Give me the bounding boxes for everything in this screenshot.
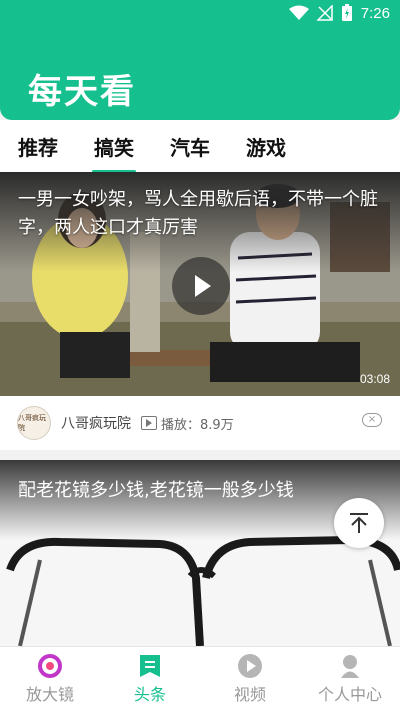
status-bar: 7:26 xyxy=(0,0,400,28)
signal-off-icon xyxy=(316,5,333,21)
nav-profile[interactable]: 个人中心 xyxy=(300,647,400,711)
battery-icon xyxy=(341,4,352,21)
tab-recommend[interactable]: 推荐 xyxy=(18,132,58,161)
video-card[interactable]: 一男一女吵架，骂人全用歇后语，不带一个脏字，两人这口才真厉害 03:08 八哥疯… xyxy=(0,172,400,450)
article-card[interactable]: 配老花镜多少钱,老花镜一般多少钱 xyxy=(0,460,400,646)
headline-icon xyxy=(140,655,160,677)
back-to-top-button[interactable] xyxy=(334,498,384,548)
author-name[interactable]: 八哥疯玩院 xyxy=(61,413,131,433)
app-title: 每天看 xyxy=(28,72,136,112)
card-meta: 八哥疯玩院 八哥疯玩院 播放：8.9万 × xyxy=(0,396,400,450)
article-title[interactable]: 配老花镜多少钱,老花镜一般多少钱 xyxy=(18,476,294,502)
status-icons: 7:26 xyxy=(288,4,390,22)
bottom-nav: 放大镜 头条 视频 个人中心 xyxy=(0,646,400,711)
play-count: 播放：8.9万 xyxy=(141,414,234,433)
video-icon xyxy=(238,654,262,678)
nav-magnifier[interactable]: 放大镜 xyxy=(0,647,100,711)
play-count-label: 播放：8.9万 xyxy=(161,417,234,433)
author-avatar[interactable]: 八哥疯玩院 xyxy=(17,406,51,440)
play-button[interactable] xyxy=(172,257,230,315)
nav-label: 放大镜 xyxy=(25,685,74,704)
nav-label: 个人中心 xyxy=(317,685,382,704)
status-time: 7:26 xyxy=(360,4,390,22)
magnifier-icon xyxy=(38,654,62,678)
video-title[interactable]: 一男一女吵架，骂人全用歇后语，不带一个脏字，两人这口才真厉害 xyxy=(18,186,382,242)
play-count-icon xyxy=(141,416,157,430)
profile-icon xyxy=(341,655,359,678)
tab-games[interactable]: 游戏 xyxy=(246,132,286,161)
video-duration: 03:08 xyxy=(359,372,390,386)
nav-headline[interactable]: 头条 xyxy=(100,647,200,711)
dismiss-icon[interactable]: × xyxy=(362,413,382,427)
app-screen: 7:26 每天看 推荐 搞笑 汽车 游戏 一男一女吵架，骂人全用歇后语，不带一个… xyxy=(0,0,400,711)
app-header: 7:26 每天看 xyxy=(0,0,400,120)
tab-cars[interactable]: 汽车 xyxy=(170,132,210,161)
category-tabs: 推荐 搞笑 汽车 游戏 xyxy=(0,120,400,173)
wifi-icon xyxy=(288,5,309,20)
video-thumbnail[interactable]: 一男一女吵架，骂人全用歇后语，不带一个脏字，两人这口才真厉害 03:08 xyxy=(0,172,400,396)
arrow-up-icon xyxy=(350,513,368,533)
nav-label: 头条 xyxy=(133,685,166,704)
nav-video[interactable]: 视频 xyxy=(200,647,300,711)
tab-funny[interactable]: 搞笑 xyxy=(92,132,136,173)
nav-label: 视频 xyxy=(233,685,266,704)
